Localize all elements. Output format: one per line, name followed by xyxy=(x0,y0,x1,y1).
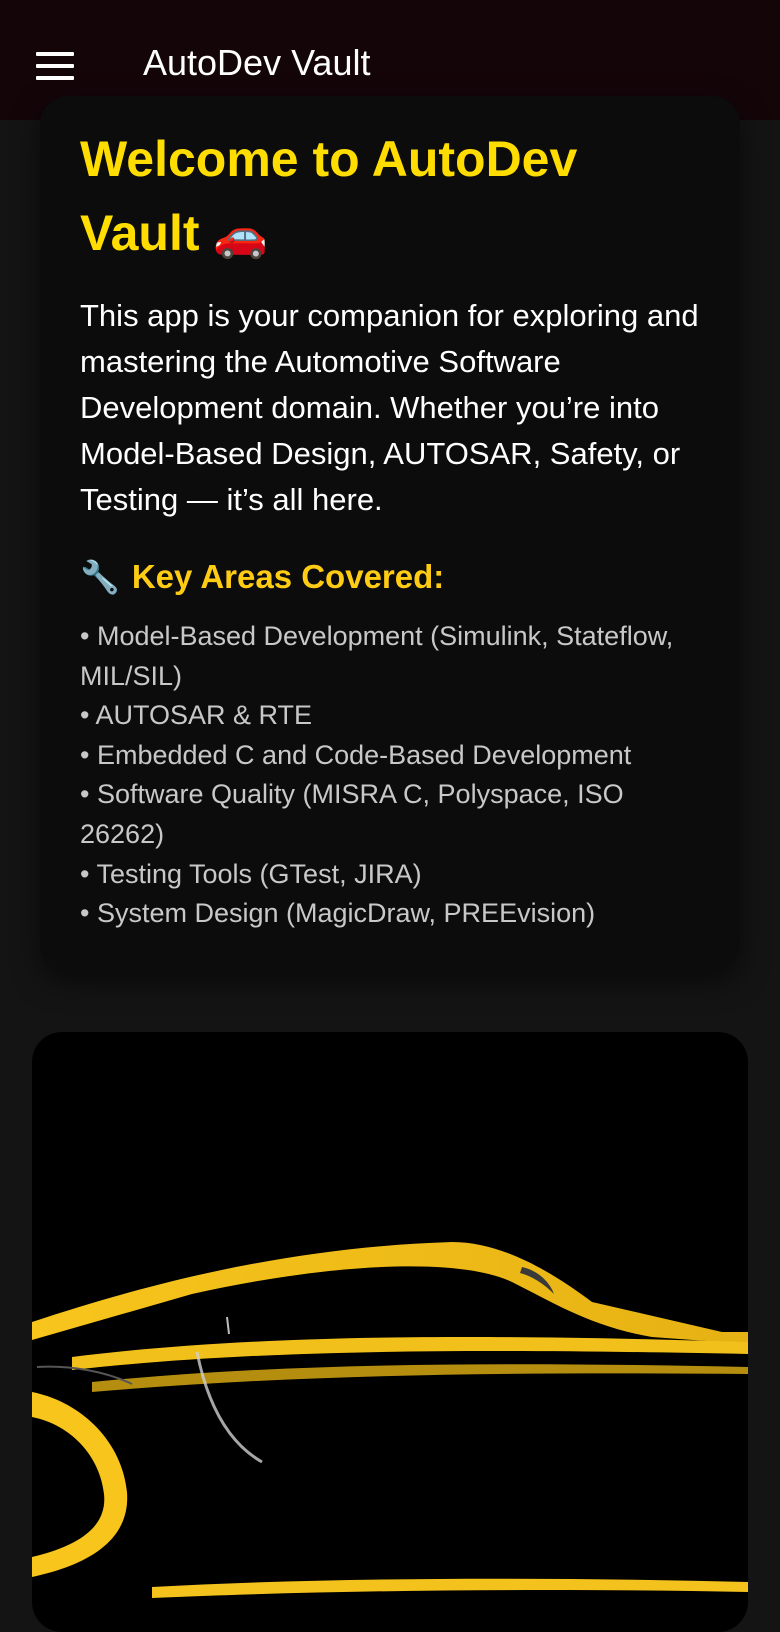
car-silhouette-logo xyxy=(32,1242,748,1598)
key-areas-heading-text: Key Areas Covered: xyxy=(131,558,445,595)
key-areas-heading: 🔧 Key Areas Covered: xyxy=(80,555,720,599)
hamburger-menu-icon[interactable] xyxy=(36,52,74,80)
list-item: • Testing Tools (GTest, JIRA) xyxy=(80,858,422,889)
welcome-title-line1: Welcome to AutoDev xyxy=(80,131,578,187)
pillar-accent xyxy=(226,1316,230,1335)
beltline-stroke xyxy=(72,1337,748,1370)
sill-line xyxy=(152,1578,748,1598)
car-emoji-icon: 🚗 xyxy=(213,211,269,260)
key-areas-list: • Model-Based Development (Simulink, Sta… xyxy=(80,617,680,934)
list-item: • Model-Based Development (Simulink, Sta… xyxy=(80,621,674,691)
welcome-card-content: Welcome to AutoDev Vault 🚗 This app is y… xyxy=(80,122,720,934)
wheel-arch xyxy=(32,1392,128,1577)
car-silhouette-image xyxy=(32,1032,748,1632)
welcome-title: Welcome to AutoDev Vault 🚗 xyxy=(80,122,720,273)
door-curve xyxy=(195,1351,263,1464)
app-title: AutoDev Vault xyxy=(143,42,371,83)
lower-body-stroke xyxy=(92,1364,748,1392)
roof-stroke xyxy=(32,1242,748,1344)
wrench-icon: 🔧 xyxy=(80,559,120,595)
list-item: • Embedded C and Code-Based Development xyxy=(80,739,632,770)
welcome-title-line2: Vault xyxy=(80,205,200,261)
intro-paragraph: This app is your companion for exploring… xyxy=(80,298,699,517)
list-item: • Software Quality (MISRA C, Polyspace, … xyxy=(80,779,624,849)
list-item: • System Design (MagicDraw, PREEvision) xyxy=(80,898,596,929)
list-item: • AUTOSAR & RTE xyxy=(80,700,313,731)
